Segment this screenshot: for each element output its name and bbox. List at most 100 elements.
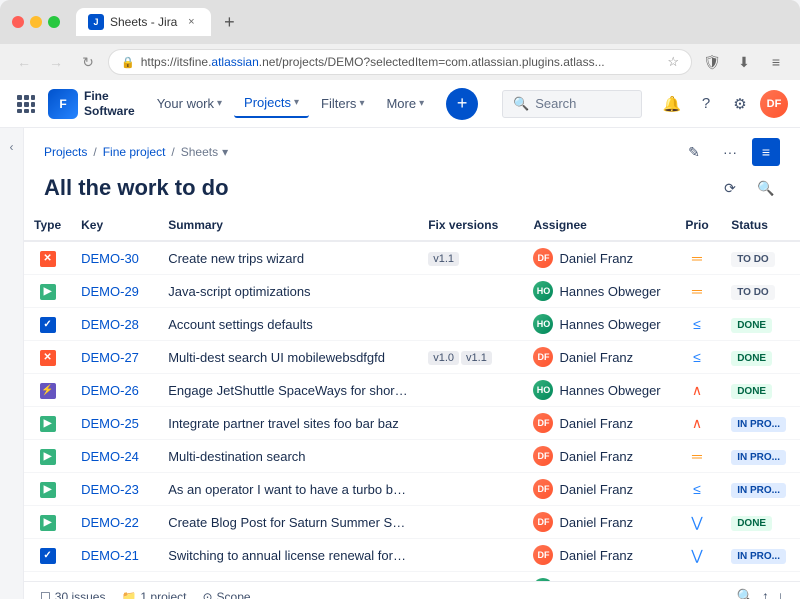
col-header-fix[interactable]: Fix versions xyxy=(418,210,523,241)
cell-assignee: DF Daniel Franz xyxy=(523,539,672,572)
cell-fix-versions xyxy=(418,572,523,582)
cell-fix-versions xyxy=(418,407,523,440)
refresh-icon[interactable]: ⟳ xyxy=(716,174,744,202)
assignee-name: Daniel Franz xyxy=(559,515,633,530)
refresh-button[interactable]: ↻ xyxy=(76,50,100,74)
cell-fix-versions: v1.1 xyxy=(418,241,523,275)
cell-type: ✓ xyxy=(24,539,71,572)
menu-icon[interactable]: ≡ xyxy=(764,50,788,74)
search-icon[interactable]: 🔍 xyxy=(752,174,780,202)
cell-summary[interactable]: Account settings defaults xyxy=(158,308,418,341)
cell-key[interactable]: DEMO-20 xyxy=(71,572,158,582)
cell-summary[interactable]: Multi-destination search xyxy=(158,440,418,473)
more-actions-icon[interactable]: ··· xyxy=(716,138,744,166)
table-row[interactable]: ✓ DEMO-21 Switching to annual license re… xyxy=(24,539,800,572)
bookmark-icon[interactable]: ☆ xyxy=(667,54,679,70)
assignee-avatar: HO xyxy=(533,380,553,400)
table-row[interactable]: ▶ DEMO-29 Java-script optimizations HO H… xyxy=(24,275,800,308)
priority-icon: ∧ xyxy=(692,415,702,432)
app-switcher-button[interactable] xyxy=(12,90,40,118)
app-logo[interactable]: F Fine Software xyxy=(48,89,135,119)
sidebar-toggle[interactable]: ‹ xyxy=(0,128,24,599)
search-bar[interactable]: 🔍 Search xyxy=(502,90,642,118)
cell-key[interactable]: DEMO-28 xyxy=(71,308,158,341)
col-header-key[interactable]: Key xyxy=(71,210,158,241)
table-row[interactable]: ✓ DEMO-28 Account settings defaults HO H… xyxy=(24,308,800,341)
new-tab-button[interactable]: + xyxy=(215,8,243,36)
nav-projects[interactable]: Projects ▾ xyxy=(234,89,309,118)
cell-summary[interactable]: Multi-dest search UI mobilewebsdfgfd xyxy=(158,341,418,374)
cell-summary[interactable]: Switching to annual license renewal for … xyxy=(158,539,418,572)
minimize-window-button[interactable] xyxy=(30,16,42,28)
assignee-avatar: HO xyxy=(533,578,553,581)
cell-key[interactable]: DEMO-22 xyxy=(71,506,158,539)
table-row[interactable]: ▶ DEMO-22 Create Blog Post for Saturn Su… xyxy=(24,506,800,539)
url-bar[interactable]: 🔒 https://itsfine.atlassian.net/projects… xyxy=(108,49,692,75)
page-header: All the work to do ⟳ 🔍 xyxy=(24,170,800,210)
cell-fix-versions xyxy=(418,473,523,506)
assignee-avatar: HO xyxy=(533,281,553,301)
nav-items: Your work ▾ Projects ▾ Filters ▾ More ▾ xyxy=(147,89,434,118)
cell-key[interactable]: DEMO-24 xyxy=(71,440,158,473)
assignee-name: Hannes Obweger xyxy=(559,284,660,299)
sort-down-icon[interactable]: ↓ xyxy=(777,588,784,599)
cell-key[interactable]: DEMO-21 xyxy=(71,539,158,572)
cell-summary[interactable]: Java-script optimizations xyxy=(158,275,418,308)
table-row[interactable]: ▶ DEMO-25 Integrate partner travel sites… xyxy=(24,407,800,440)
cell-summary[interactable]: Integrate partner travel sites foo bar b… xyxy=(158,407,418,440)
nav-icons: 🔔 ? ⚙ DF xyxy=(658,90,788,118)
nav-more[interactable]: More ▾ xyxy=(376,90,434,117)
cell-summary[interactable]: Create Blog Post for Saturn Summer Sale xyxy=(158,506,418,539)
cell-type: ✕ xyxy=(24,241,71,275)
sort-up-icon[interactable]: ↑ xyxy=(762,588,769,599)
back-button[interactable]: ← xyxy=(12,50,36,74)
nav-your-work[interactable]: Your work ▾ xyxy=(147,90,232,117)
cell-status: DONE xyxy=(721,572,800,582)
assignee-avatar: DF xyxy=(533,347,553,367)
nav-filters[interactable]: Filters ▾ xyxy=(311,90,374,117)
col-header-prio[interactable]: Prio xyxy=(673,210,721,241)
shield-icon[interactable]: 🛡 xyxy=(700,50,724,74)
edit-icon[interactable]: ✎ xyxy=(680,138,708,166)
table-row[interactable]: ✕ DEMO-27 Multi-dest search UI mobileweb… xyxy=(24,341,800,374)
cell-summary[interactable]: Engage JetShuttle SpaceWays for short di… xyxy=(158,374,418,407)
notifications-icon[interactable]: 🔔 xyxy=(658,90,686,118)
table-row[interactable]: ⚡ DEMO-26 Engage JetShuttle SpaceWays fo… xyxy=(24,374,800,407)
breadcrumb-sheets[interactable]: Sheets ▾ xyxy=(181,145,228,159)
cell-key[interactable]: DEMO-26 xyxy=(71,374,158,407)
create-button[interactable]: + xyxy=(446,88,478,120)
table-row[interactable]: ▶ DEMO-23 As an operator I want to have … xyxy=(24,473,800,506)
breadcrumb-projects[interactable]: Projects xyxy=(44,145,87,159)
cell-key[interactable]: DEMO-29 xyxy=(71,275,158,308)
col-header-summary[interactable]: Summary xyxy=(158,210,418,241)
tabs-bar: J Sheets - Jira × + xyxy=(68,8,788,36)
maximize-window-button[interactable] xyxy=(48,16,60,28)
browser-tab-active[interactable]: J Sheets - Jira × xyxy=(76,8,211,36)
user-avatar[interactable]: DF xyxy=(760,90,788,118)
status-badge: DONE xyxy=(731,318,772,333)
cell-type: ⚡ xyxy=(24,374,71,407)
download-icon[interactable]: ⬇ xyxy=(732,50,756,74)
cell-key[interactable]: DEMO-30 xyxy=(71,241,158,275)
cell-summary[interactable]: Next Generation version of SeeSpaceEZ tr… xyxy=(158,572,418,582)
cell-summary[interactable]: As an operator I want to have a turbo bu… xyxy=(158,473,418,506)
cell-key[interactable]: DEMO-25 xyxy=(71,407,158,440)
table-row[interactable]: ✕ DEMO-30 Create new trips wizard v1.1 D… xyxy=(24,241,800,275)
cell-key[interactable]: DEMO-27 xyxy=(71,341,158,374)
cell-key[interactable]: DEMO-23 xyxy=(71,473,158,506)
priority-icon: ═ xyxy=(692,250,702,266)
close-window-button[interactable] xyxy=(12,16,24,28)
col-header-status[interactable]: Status xyxy=(721,210,800,241)
help-icon[interactable]: ? xyxy=(692,90,720,118)
cell-summary[interactable]: Create new trips wizard xyxy=(158,241,418,275)
settings-icon[interactable]: ⚙ xyxy=(726,90,754,118)
search-bottom-icon[interactable]: 🔍 xyxy=(737,588,754,599)
list-view-icon[interactable]: ≡ xyxy=(752,138,780,166)
tab-close-button[interactable]: × xyxy=(183,14,199,30)
forward-button[interactable]: → xyxy=(44,50,68,74)
col-header-assignee[interactable]: Assignee xyxy=(523,210,672,241)
table-row[interactable]: ▶ DEMO-24 Multi-destination search DF Da… xyxy=(24,440,800,473)
table-row[interactable]: ▶ DEMO-20 Next Generation version of See… xyxy=(24,572,800,582)
breadcrumb-fine-project[interactable]: Fine project xyxy=(103,145,166,159)
type-icon: ✕ xyxy=(40,251,56,267)
